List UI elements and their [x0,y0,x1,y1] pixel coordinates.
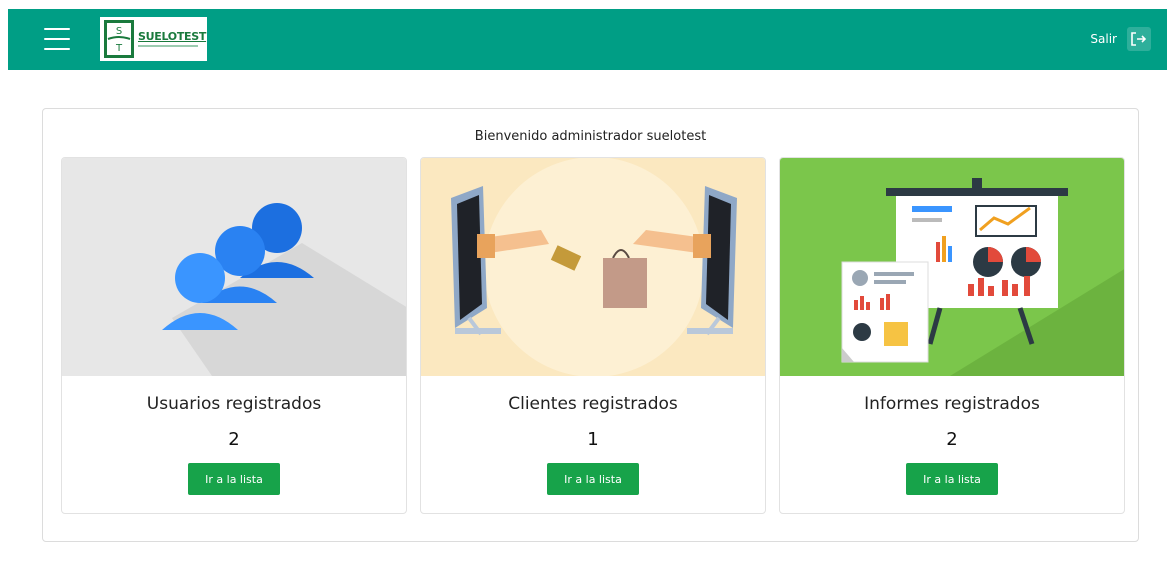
reports-illustration [780,158,1124,376]
svg-text:S: S [116,26,122,37]
welcome-message: Bienvenido administrador suelotest [474,129,707,144]
users-card: Usuarios registrados 2 Ir a la lista [61,157,407,514]
card-title: Informes registrados [864,394,1040,414]
card-count: 2 [946,429,958,450]
logo-mark-icon: S T [104,20,134,58]
dashboard-panel: Bienvenido administrador suelotest Usuar… [42,108,1139,542]
card-count: 2 [228,429,240,450]
svg-text:T: T [115,43,123,54]
logo-tagline-line [138,45,198,47]
card-title: Usuarios registrados [146,394,322,414]
logo-text: SUELOTEST [138,30,207,43]
users-list-button[interactable]: Ir a la lista [188,463,280,495]
logo[interactable]: S T SUELOTEST [100,17,207,61]
logout-icon[interactable] [1127,27,1151,51]
menu-icon[interactable] [44,28,70,50]
top-navbar: S T SUELOTEST Salir [8,9,1167,70]
card-title: Clientes registrados [508,394,678,414]
logout-button[interactable]: Salir [1090,27,1151,51]
clients-card: Clientes registrados 1 Ir a la lista [420,157,766,514]
clients-list-button[interactable]: Ir a la lista [547,463,639,495]
reports-card: Informes registrados 2 Ir a la lista [779,157,1125,514]
clients-illustration [421,158,765,376]
logout-label: Salir [1090,32,1117,46]
card-count: 1 [587,429,599,450]
users-illustration [62,158,406,376]
reports-list-button[interactable]: Ir a la lista [906,463,998,495]
